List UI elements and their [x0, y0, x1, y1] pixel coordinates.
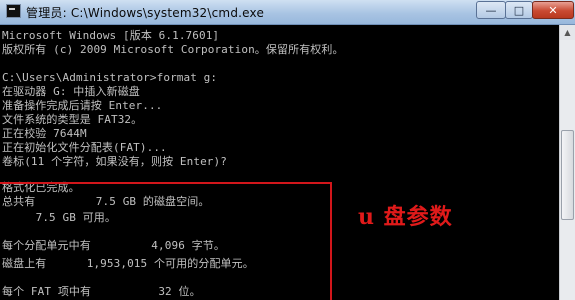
- console-line: 版权所有 (c) 2009 Microsoft Corporation。保留所有…: [2, 43, 344, 56]
- console-line: 准备操作完成后请按 Enter...: [2, 99, 163, 112]
- console-line: Microsoft Windows [版本 6.1.7601]: [2, 29, 220, 42]
- console-line: 正在初始化文件分配表(FAT)...: [2, 141, 167, 154]
- console-line: 文件系统的类型是 FAT32。: [2, 113, 143, 126]
- cmd-window: 管理员: C:\Windows\system32\cmd.exe — □ ✕ M…: [0, 0, 575, 300]
- vertical-scrollbar[interactable]: ▲: [559, 25, 575, 300]
- console-line: 在驱动器 G: 中插入新磁盘: [2, 85, 140, 98]
- close-button[interactable]: ✕: [532, 1, 574, 19]
- maximize-button[interactable]: □: [505, 1, 533, 19]
- annotation-label: u 盘参数: [358, 204, 453, 230]
- console-line: 卷标(11 个字符，如果没有，则按 Enter)?: [2, 155, 227, 168]
- minimize-button[interactable]: —: [476, 1, 506, 19]
- cmd-icon: [6, 4, 21, 18]
- title-bar[interactable]: 管理员: C:\Windows\system32\cmd.exe — □ ✕: [0, 0, 575, 25]
- scroll-thumb[interactable]: [561, 130, 574, 220]
- highlight-box: [0, 182, 332, 300]
- window-title: 管理员: C:\Windows\system32\cmd.exe: [26, 6, 265, 20]
- scroll-up-arrow-icon[interactable]: ▲: [560, 25, 575, 40]
- console-line: 正在校验 7644M: [2, 127, 87, 140]
- console-line: C:\Users\Administrator>format g:: [2, 71, 218, 84]
